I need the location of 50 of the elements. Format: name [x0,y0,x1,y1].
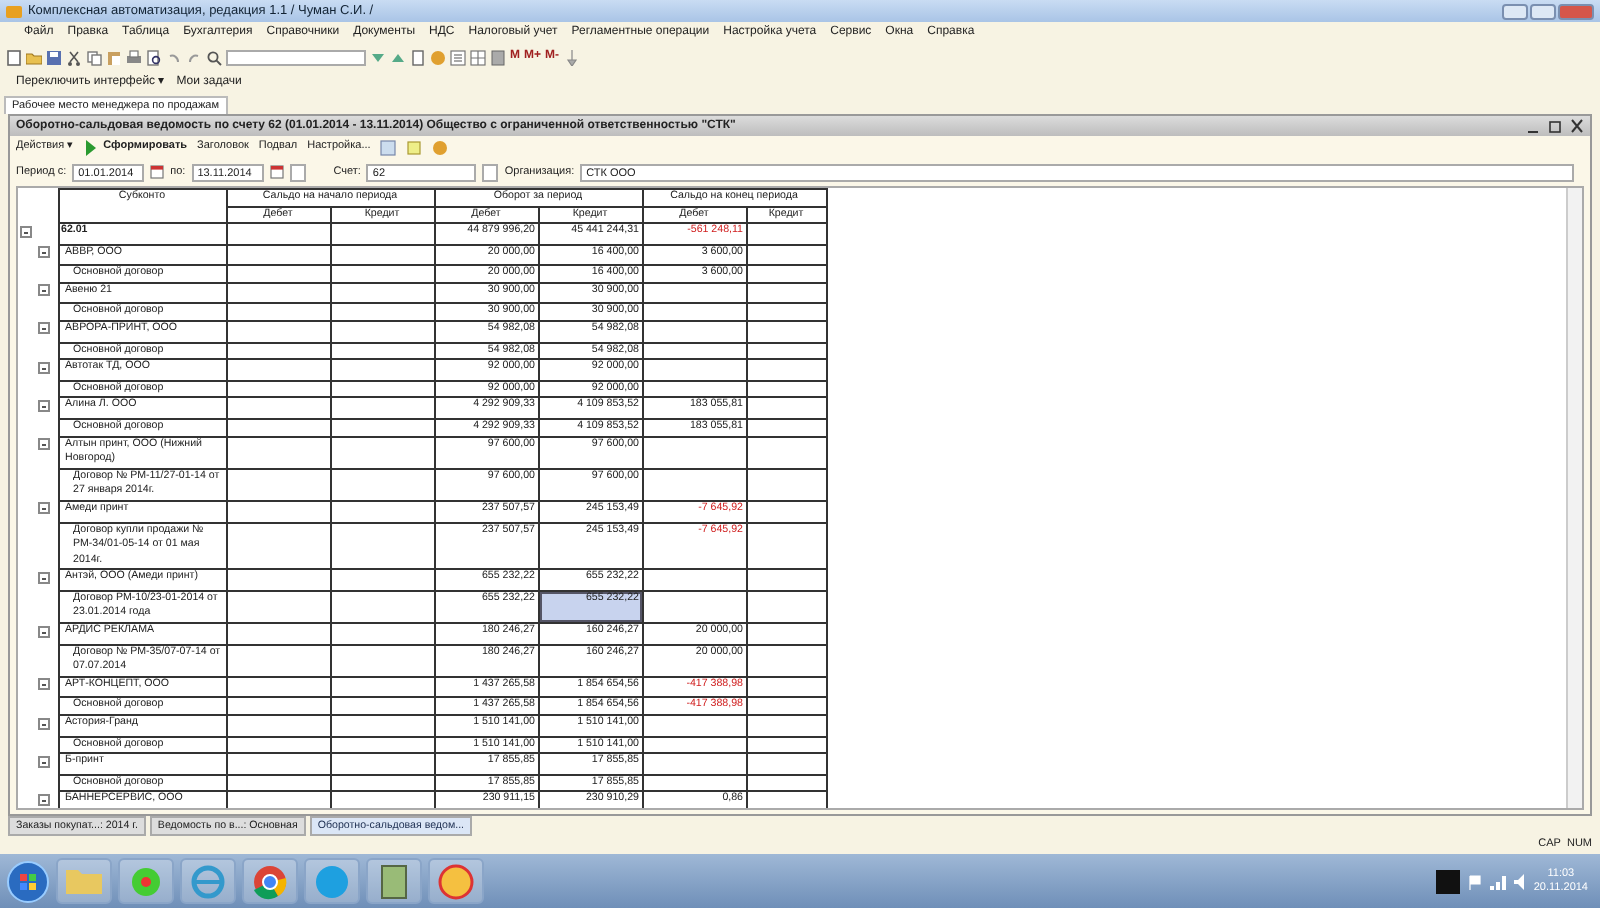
close-icon[interactable] [1570,118,1584,134]
paste-icon [106,49,122,65]
document-icon [410,49,426,65]
cut-icon [66,49,82,65]
taskbar-button[interactable] [428,858,484,904]
keyboard-icon[interactable] [1435,869,1460,893]
taskbar-button[interactable] [242,858,298,904]
restore-icon[interactable] [1548,118,1562,134]
period-picker-button[interactable] [289,163,306,181]
open-folder-icon [26,49,42,65]
collapse-icon[interactable] [38,717,50,730]
table-icon [470,49,486,65]
collapse-icon[interactable] [38,284,50,297]
taskbar-button[interactable] [366,858,422,904]
save-icon [46,49,62,65]
select-button[interactable] [482,163,499,181]
new-document-icon [6,49,22,65]
start-button-icon[interactable] [6,859,50,903]
scrollbar[interactable] [1566,188,1582,808]
print-icon [126,49,142,65]
collapse-icon[interactable] [38,793,50,806]
maximize-button[interactable] [1530,3,1556,19]
undo-icon [166,49,182,65]
flag-icon[interactable] [1467,873,1482,889]
collapse-icon[interactable] [38,361,50,374]
collapse-icon[interactable] [38,438,50,451]
signal-icon[interactable] [1489,873,1506,889]
collapse-icon[interactable] [38,678,50,691]
minimize-button[interactable] [1502,3,1528,19]
search-icon [206,49,222,65]
collapse-icon[interactable] [38,246,50,259]
find-prev-icon [390,49,406,65]
collapse-icon[interactable] [20,225,32,237]
search-field[interactable] [226,49,366,65]
redo-icon [186,49,202,65]
play-icon [83,139,96,155]
collapse-icon[interactable] [38,571,50,584]
speaker-icon[interactable] [1513,873,1526,889]
find-next-icon [370,49,386,65]
collapse-icon[interactable] [38,755,50,768]
close-button[interactable] [1558,3,1594,19]
preview-icon [146,49,162,65]
calendar-icon[interactable] [150,164,165,180]
collapse-icon[interactable] [38,399,50,412]
copy-icon [86,49,102,65]
collapse-icon[interactable] [38,502,50,515]
calendar-icon[interactable] [269,164,284,180]
collapse-icon[interactable] [38,625,50,638]
taskbar-button[interactable] [118,858,174,904]
collapse-icon[interactable] [38,322,50,335]
